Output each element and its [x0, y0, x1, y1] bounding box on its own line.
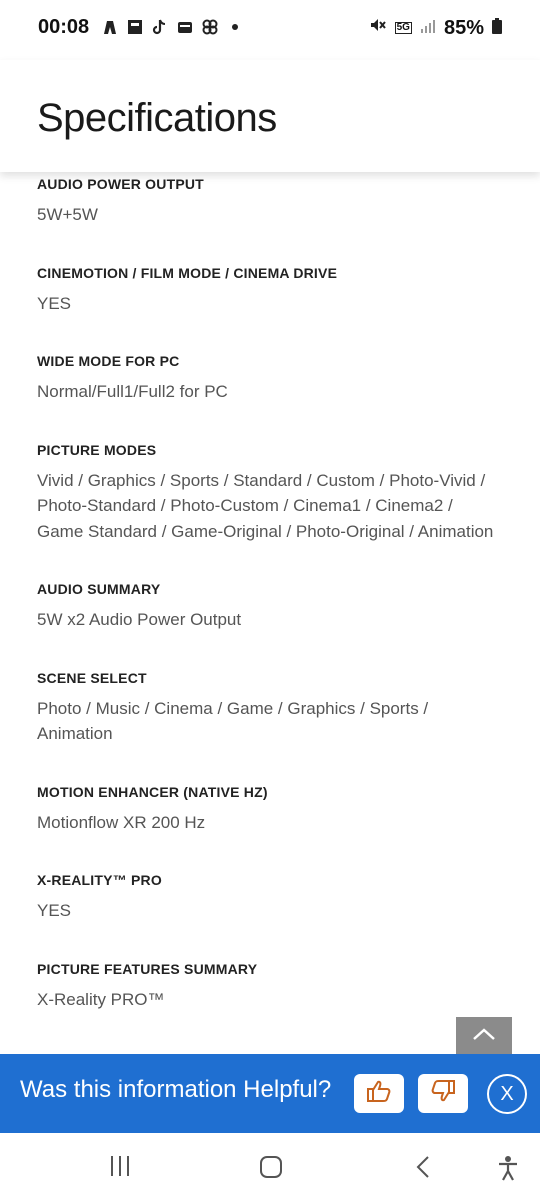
pinwheel-icon	[200, 17, 219, 36]
system-status-icons: 5G 85%	[369, 16, 502, 40]
thumbs-down-icon	[430, 1079, 456, 1108]
spec-item: AUDIO SUMMARY 5W x2 Audio Power Output	[0, 581, 540, 633]
more-notifications-dot-icon	[225, 17, 244, 36]
spec-value: Motionflow XR 200 Hz	[37, 812, 206, 832]
battery-percent: 85%	[443, 16, 484, 39]
signal-icon	[420, 17, 436, 40]
spec-value: Normal/Full1/Full2 for PC	[37, 382, 228, 401]
spec-label: PICTURE FEATURES SUMMARY	[37, 960, 258, 977]
tiktok-icon	[150, 17, 169, 36]
wallet-icon	[175, 17, 194, 36]
spec-item: X-REALITY™ PRO YES	[0, 872, 540, 924]
close-feedback-button[interactable]: X	[487, 1074, 527, 1114]
thumbs-down-button[interactable]	[418, 1074, 468, 1113]
battery-icon	[492, 17, 502, 40]
spec-item: PICTURE MODES Vivid / Graphics / Sports …	[0, 442, 540, 545]
page-header: Specifications	[0, 60, 540, 172]
accessibility-button[interactable]	[496, 1155, 520, 1186]
home-icon	[259, 1155, 283, 1184]
calendar-icon	[125, 17, 144, 36]
spec-label: CINEMOTION / FILM MODE / CINEMA DRIVE	[37, 264, 338, 281]
mute-icon	[369, 16, 387, 40]
spec-item: SCENE SELECT Photo / Music / Cinema / Ga…	[0, 670, 540, 747]
spec-label: PICTURE MODES	[37, 441, 157, 458]
spec-item: AUDIO POWER OUTPUT 5W+5W	[0, 176, 540, 228]
spec-label: SCENE SELECT	[37, 669, 147, 686]
system-nav-bar	[0, 1133, 540, 1200]
home-button[interactable]	[259, 1155, 283, 1184]
spec-label: AUDIO POWER OUTPUT	[37, 176, 204, 192]
close-label: X	[500, 1082, 514, 1105]
spec-value: X-Reality PRO™	[37, 989, 165, 1009]
back-button[interactable]	[413, 1155, 433, 1184]
spec-item: MOTION ENHANCER (NATIVE HZ) Motionflow X…	[0, 784, 540, 836]
spec-item: CINEMOTION / FILM MODE / CINEMA DRIVE YE…	[0, 265, 540, 317]
spec-value: Vivid / Graphics / Sports / Standard / C…	[37, 470, 494, 541]
spec-label: AUDIO SUMMARY	[37, 581, 161, 597]
accessibility-icon	[496, 1155, 520, 1186]
spec-label: X-REALITY™ PRO	[37, 872, 162, 888]
network-5g-icon: 5G	[394, 22, 412, 34]
thumbs-up-icon	[366, 1079, 392, 1108]
spec-label: WIDE MODE FOR PC	[37, 353, 180, 369]
spec-list: AUDIO POWER OUTPUT 5W+5W CINEMOTION / FI…	[0, 172, 540, 1012]
spec-value: Photo / Music / Cinema / Game / Graphics…	[37, 698, 429, 744]
spec-label: MOTION ENHANCER (NATIVE HZ)	[37, 783, 268, 800]
thumbs-up-button[interactable]	[354, 1074, 404, 1113]
spec-value: YES	[37, 901, 72, 920]
network-label: 5G	[394, 22, 412, 34]
feedback-question: Was this information Helpful?	[20, 1076, 332, 1103]
recent-apps-button[interactable]	[108, 1155, 132, 1182]
app-notification-icon	[100, 17, 119, 36]
status-time: 00:08	[38, 16, 90, 38]
spec-value: YES	[37, 293, 72, 313]
status-bar: 00:08 5G 85%	[0, 0, 540, 60]
chevron-up-icon	[472, 1027, 496, 1046]
feedback-bar: Was this information Helpful? X	[0, 1054, 540, 1133]
spec-item: WIDE MODE FOR PC Normal/Full1/Full2 for …	[0, 353, 540, 405]
page-title: Specifications	[37, 96, 277, 140]
scroll-to-top-button[interactable]	[456, 1017, 512, 1055]
notification-icons	[100, 17, 244, 36]
recent-apps-icon	[108, 1155, 132, 1182]
spec-value: 5W+5W	[37, 205, 98, 224]
spec-value: 5W x2 Audio Power Output	[37, 610, 242, 629]
back-icon	[413, 1155, 433, 1184]
spec-item: PICTURE FEATURES SUMMARY X-Reality PRO™	[0, 961, 540, 1013]
